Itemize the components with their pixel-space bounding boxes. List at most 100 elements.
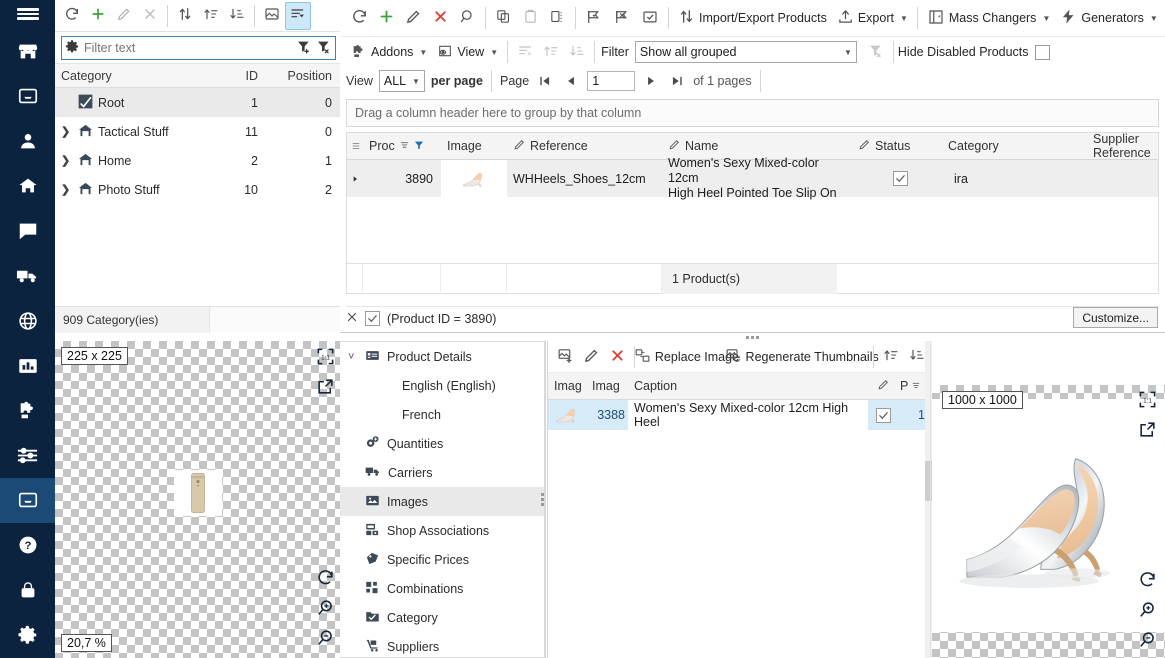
column-header-image-thumb[interactable]: Imag bbox=[548, 371, 586, 401]
category-edit-button[interactable] bbox=[111, 2, 137, 30]
detail-nav-item-quantities[interactable]: Quantities bbox=[340, 429, 544, 458]
next-page-icon[interactable] bbox=[641, 70, 661, 92]
category-add-button[interactable] bbox=[85, 2, 111, 30]
prev-page-icon[interactable] bbox=[561, 70, 581, 92]
close-x-icon[interactable] bbox=[346, 311, 358, 326]
image-cover-cell[interactable] bbox=[868, 400, 898, 430]
sidebar-item-home[interactable] bbox=[0, 163, 55, 208]
preview-canvas[interactable]: 225 x 225 20,7 % 1:1 bbox=[55, 341, 340, 658]
status-checkbox[interactable] bbox=[893, 171, 908, 186]
column-header-id[interactable]: ID bbox=[204, 69, 266, 83]
sidebar-item-shop[interactable] bbox=[0, 28, 55, 73]
product-delete-button[interactable] bbox=[427, 4, 454, 32]
product-add-button[interactable] bbox=[373, 4, 400, 32]
one-to-one-icon[interactable]: 1:1 bbox=[1138, 390, 1157, 412]
category-move-button[interactable] bbox=[172, 2, 198, 30]
product-edit-button[interactable] bbox=[400, 4, 427, 32]
column-header-image[interactable]: Image bbox=[441, 133, 507, 160]
product-apply-check-button[interactable] bbox=[636, 4, 664, 32]
chevron-right-icon[interactable]: ❯ bbox=[61, 154, 73, 167]
export-button[interactable]: Export ▼ bbox=[832, 4, 913, 32]
filter-add-icon[interactable] bbox=[296, 39, 312, 58]
column-header-reference[interactable]: Reference bbox=[507, 133, 662, 160]
first-page-icon[interactable] bbox=[535, 70, 555, 92]
chevron-down-icon[interactable]: ˅ bbox=[348, 351, 358, 363]
images-sort-asc-button[interactable] bbox=[878, 343, 904, 371]
list-item[interactable]: 3388 Women's Sexy Mixed-color 12cm High … bbox=[548, 400, 930, 430]
rotate-icon[interactable] bbox=[316, 568, 335, 590]
column-header-position[interactable]: Position bbox=[266, 69, 340, 83]
product-refresh-button[interactable] bbox=[346, 4, 373, 32]
sidebar-item-messages[interactable] bbox=[0, 208, 55, 253]
sidebar-item-catalog[interactable] bbox=[0, 73, 55, 118]
category-row[interactable]: Root10 bbox=[55, 88, 340, 117]
category-image-button[interactable] bbox=[259, 2, 285, 30]
replace-image-button[interactable]: Replace Image bbox=[639, 343, 734, 371]
per-page-combo[interactable]: ALL ▼ bbox=[379, 70, 425, 92]
sidebar-item-preferences[interactable] bbox=[0, 433, 55, 478]
detail-nav-item-english-english[interactable]: English (English) bbox=[340, 371, 544, 400]
detail-nav-item-carriers[interactable]: Carriers bbox=[340, 458, 544, 487]
category-filter-grid-button[interactable] bbox=[285, 2, 311, 30]
column-header-proc[interactable]: Proc bbox=[363, 133, 441, 160]
filter-enabled-checkbox[interactable] bbox=[365, 311, 380, 326]
detail-nav-item-images[interactable]: Images bbox=[340, 487, 544, 516]
table-row[interactable]: 3890 WHHeels_Shoes_12cm Women's Sexy Mix… bbox=[347, 160, 1158, 197]
hide-disabled-checkbox[interactable] bbox=[1035, 45, 1050, 60]
detail-nav-item-shop-associations[interactable]: Shop Associations bbox=[340, 516, 544, 545]
category-sort-desc-button[interactable] bbox=[224, 2, 250, 30]
cell-status[interactable] bbox=[852, 160, 942, 197]
gear-icon[interactable] bbox=[65, 39, 80, 57]
column-header-supplier-reference[interactable]: Supplier Reference bbox=[1087, 133, 1158, 160]
product-paste-button[interactable] bbox=[517, 4, 544, 32]
column-header-caption[interactable]: Caption bbox=[628, 371, 868, 401]
sidebar-item-shipping[interactable] bbox=[0, 253, 55, 298]
customize-button[interactable]: Customize... bbox=[1073, 307, 1158, 328]
detail-nav-item-suppliers[interactable]: Suppliers bbox=[340, 632, 544, 658]
detail-nav-item-specific-prices[interactable]: Specific Prices bbox=[340, 545, 544, 574]
group-by-dropzone[interactable]: Drag a column header here to group by th… bbox=[346, 99, 1159, 127]
horizontal-splitter[interactable] bbox=[340, 332, 1165, 341]
product-check-selected-button[interactable] bbox=[580, 4, 608, 32]
category-filter-bar[interactable] bbox=[61, 36, 336, 60]
import-export-products-button[interactable]: Import/Export Products bbox=[673, 4, 832, 32]
column-header-status[interactable]: Status bbox=[852, 133, 942, 160]
zoom-out-icon[interactable] bbox=[1138, 630, 1157, 652]
fit-columns-button[interactable]: A bbox=[512, 38, 538, 66]
rotate-icon[interactable] bbox=[1138, 570, 1157, 592]
addons-button[interactable]: Addons ▼ bbox=[346, 38, 432, 66]
cover-checkbox[interactable] bbox=[876, 408, 891, 423]
external-link-icon[interactable] bbox=[1138, 420, 1157, 442]
sort-asc-button[interactable] bbox=[538, 38, 564, 66]
column-header-category[interactable]: Category bbox=[942, 133, 1087, 160]
sidebar-item-security[interactable] bbox=[0, 568, 55, 613]
column-header-category[interactable]: Category bbox=[55, 69, 204, 83]
zoom-in-icon[interactable] bbox=[1138, 600, 1157, 622]
category-image-preview[interactable]: 225 x 225 20,7 % 1:1 bbox=[55, 341, 340, 658]
zoom-out-icon[interactable] bbox=[316, 628, 335, 650]
category-row[interactable]: ❯Home21 bbox=[55, 146, 340, 175]
regenerate-thumbnails-button[interactable]: Regenerate Thumbnails bbox=[734, 343, 869, 371]
sort-desc-button[interactable] bbox=[564, 38, 590, 66]
zoom-in-icon[interactable] bbox=[316, 598, 335, 620]
mass-changers-button[interactable]: * Mass Changers ▼ bbox=[922, 4, 1055, 32]
detail-nav-item-category[interactable]: Category bbox=[340, 603, 544, 632]
sidebar-item-customers[interactable] bbox=[0, 118, 55, 163]
category-row[interactable]: ❯Tactical Stuff110 bbox=[55, 117, 340, 146]
category-sort-asc-button[interactable] bbox=[198, 2, 224, 30]
add-image-button[interactable] bbox=[552, 343, 578, 371]
filter-expression-text[interactable]: (Product ID = 3890) bbox=[387, 312, 496, 326]
product-duplicate-button[interactable] bbox=[544, 4, 571, 32]
view-button[interactable]: View ▼ bbox=[432, 38, 503, 66]
product-copy-button[interactable] bbox=[490, 4, 517, 32]
column-filter-icon[interactable] bbox=[414, 139, 424, 153]
category-row[interactable]: ❯Photo Stuff102 bbox=[55, 175, 340, 204]
product-filter-combo[interactable]: Show all grouped ▼ bbox=[635, 41, 857, 63]
vertical-splitter-grip[interactable] bbox=[541, 493, 544, 506]
category-refresh-button[interactable] bbox=[59, 2, 85, 30]
category-filter-input[interactable] bbox=[84, 41, 292, 55]
generators-button[interactable]: Generators ▼ bbox=[1055, 4, 1162, 32]
sidebar-item-modules[interactable] bbox=[0, 388, 55, 433]
column-header-image-id[interactable]: Imag bbox=[586, 371, 628, 401]
product-search-button[interactable] bbox=[454, 4, 481, 32]
